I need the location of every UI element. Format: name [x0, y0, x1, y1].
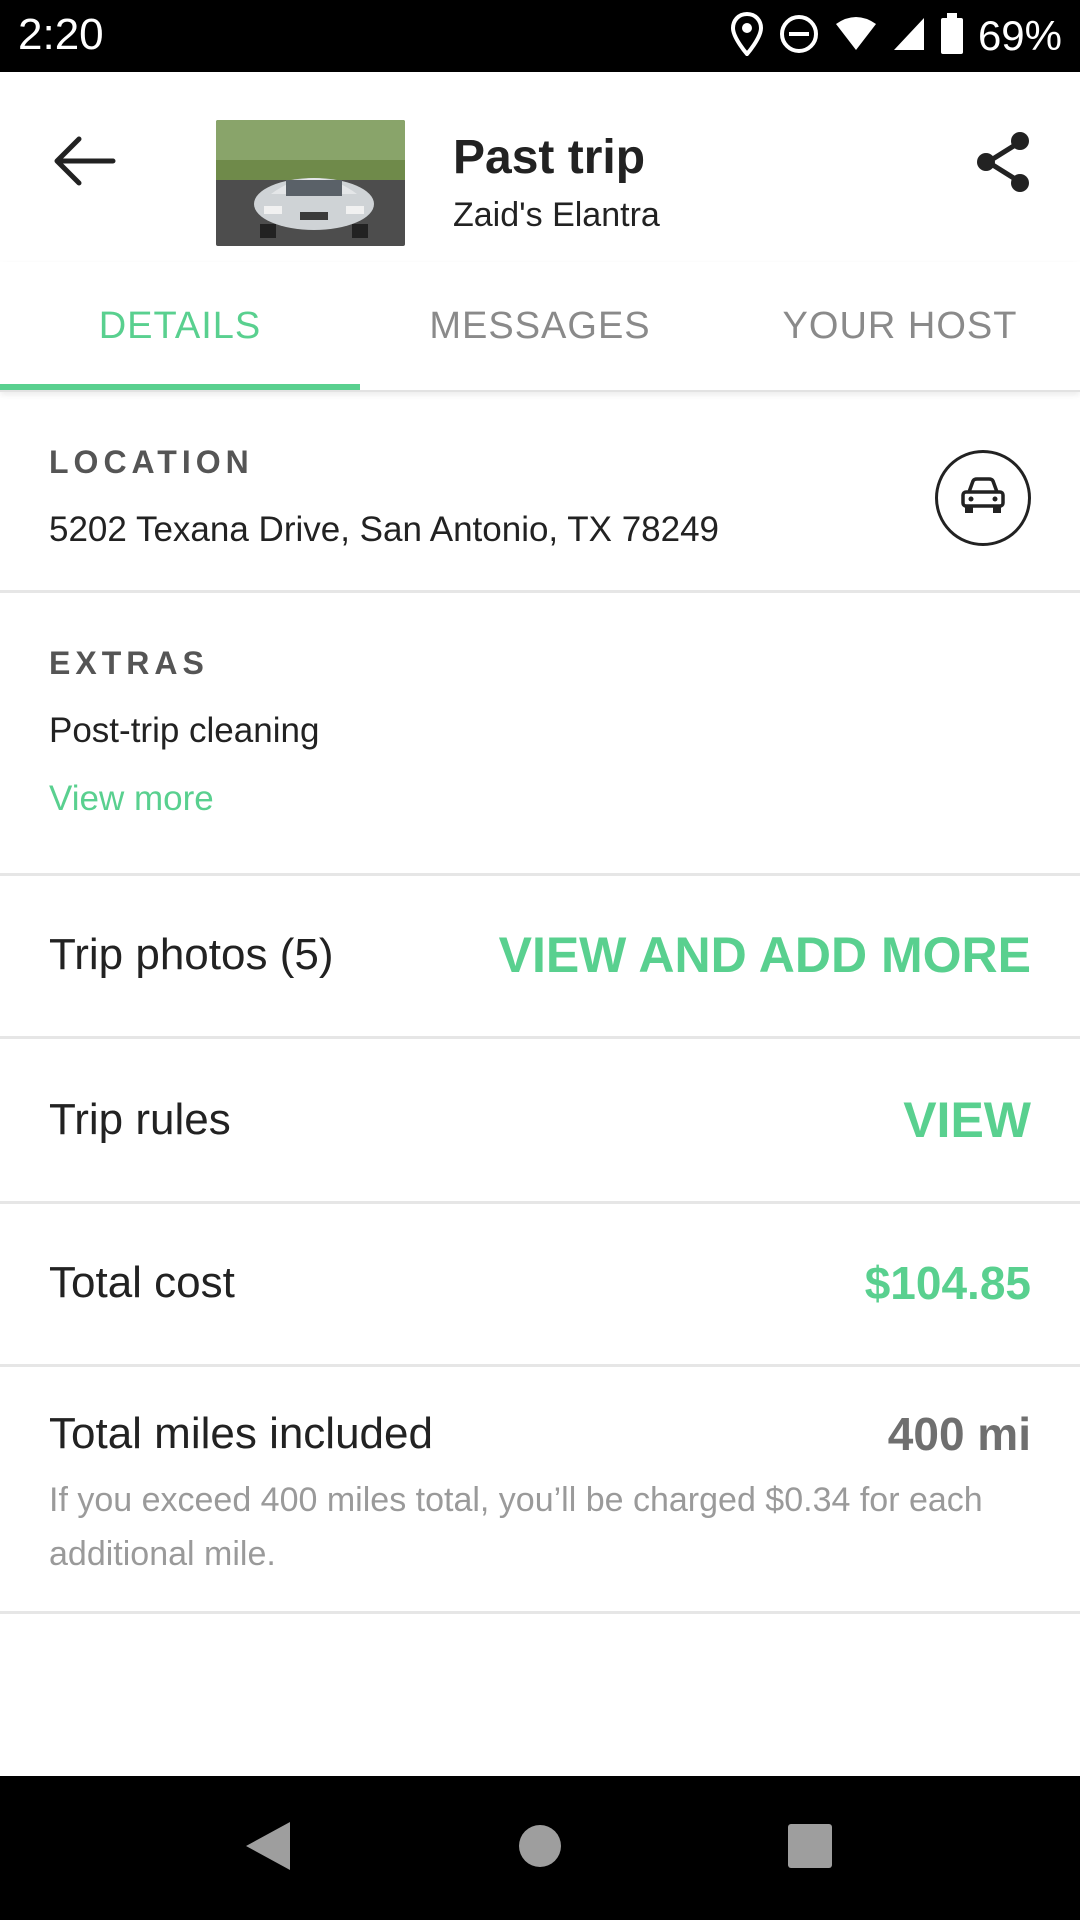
- view-trip-rules-button[interactable]: VIEW: [903, 1091, 1031, 1149]
- page-title: Past trip: [453, 131, 646, 184]
- share-button[interactable]: [954, 114, 1054, 214]
- total-miles-row: Total miles included 400 mi If you excee…: [0, 1367, 1080, 1614]
- nav-recents-icon: [787, 1823, 833, 1874]
- back-button[interactable]: [40, 118, 130, 208]
- status-bar: 2:20 69%: [0, 0, 1080, 72]
- wifi-icon: [834, 16, 878, 57]
- nav-home-button[interactable]: [480, 1776, 600, 1920]
- tab-bar: DETAILS MESSAGES YOUR HOST: [0, 262, 1080, 392]
- page-subtitle: Zaid's Elantra: [453, 196, 660, 234]
- view-and-add-more-button[interactable]: VIEW AND ADD MORE: [499, 926, 1031, 984]
- trip-photos-row: Trip photos (5) VIEW AND ADD MORE: [0, 876, 1080, 1039]
- app-header: Past trip Zaid's Elantra: [0, 72, 1080, 262]
- tab-your-host[interactable]: YOUR HOST: [720, 262, 1080, 390]
- system-nav-bar: [0, 1776, 1080, 1920]
- do-not-disturb-icon: [778, 13, 820, 60]
- nav-recents-button[interactable]: [750, 1776, 870, 1920]
- extras-label: EXTRAS: [49, 645, 209, 681]
- car-thumbnail: [216, 120, 405, 246]
- status-time: 2:20: [18, 10, 104, 59]
- battery-percent: 69%: [977, 12, 1062, 59]
- total-miles-value: 400 mi: [887, 1408, 1031, 1460]
- trip-photos-label: Trip photos (5): [49, 930, 334, 979]
- nav-back-icon: [244, 1820, 292, 1877]
- view-more-link[interactable]: View more: [49, 779, 214, 819]
- battery-icon: [940, 12, 964, 60]
- tab-details[interactable]: DETAILS: [0, 262, 360, 390]
- signal-icon: [892, 16, 926, 57]
- share-icon: [974, 130, 1034, 199]
- nav-back-button[interactable]: [208, 1776, 328, 1920]
- tab-messages[interactable]: MESSAGES: [360, 262, 720, 390]
- nav-home-icon: [518, 1824, 562, 1873]
- location-address: 5202 Texana Drive, San Antonio, TX 78249: [49, 510, 720, 549]
- location-icon: [730, 11, 764, 61]
- car-icon: [959, 476, 1007, 521]
- total-miles-label: Total miles included: [49, 1409, 433, 1458]
- total-cost-value: $104.85: [864, 1257, 1031, 1309]
- extra-miles-note: If you exceed 400 miles total, you’ll be…: [49, 1481, 983, 1573]
- location-label: LOCATION: [49, 444, 254, 480]
- total-cost-row: Total cost $104.85: [0, 1204, 1080, 1367]
- extras-section: EXTRAS Post-trip cleaning View more: [0, 593, 1080, 876]
- back-arrow-icon: [53, 136, 117, 191]
- active-tab-indicator: [0, 384, 360, 390]
- trip-rules-row: Trip rules VIEW: [0, 1039, 1080, 1204]
- location-section: LOCATION 5202 Texana Drive, San Antonio,…: [0, 402, 1080, 593]
- status-icons: 69%: [730, 8, 1062, 64]
- total-cost-label: Total cost: [49, 1258, 235, 1307]
- extras-item: Post-trip cleaning: [49, 711, 320, 750]
- trip-rules-label: Trip rules: [49, 1095, 231, 1144]
- car-location-button[interactable]: [935, 450, 1031, 546]
